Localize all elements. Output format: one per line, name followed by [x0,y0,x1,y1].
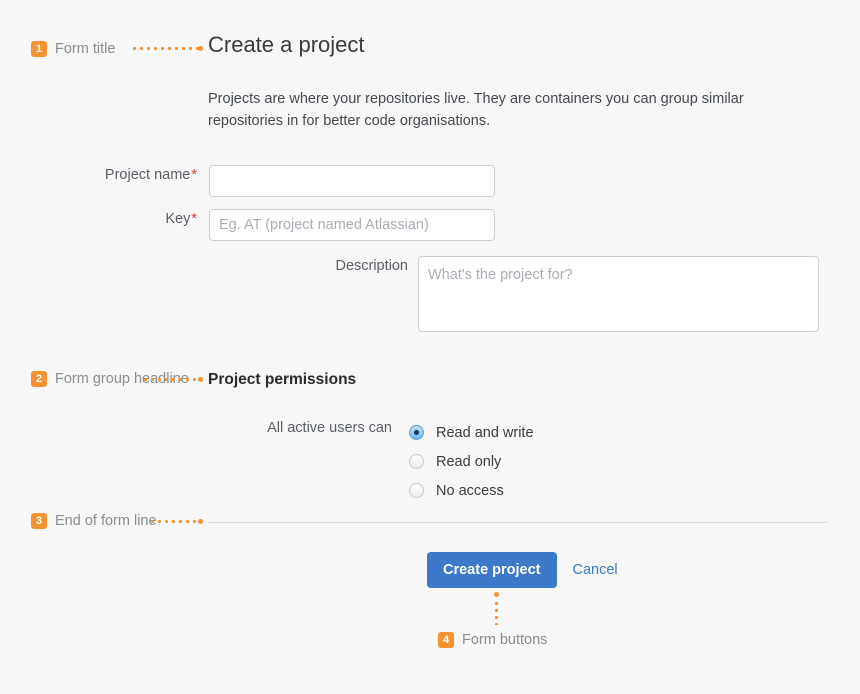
end-of-form-divider [208,522,828,523]
callout-badge-3: 3 [31,513,47,529]
field-row-project-name: Project name* [0,165,495,197]
label-key: Key* [0,209,209,229]
required-asterisk-key: * [191,211,197,227]
radio-icon-unselected-no-access[interactable] [409,483,424,498]
label-description-text: Description [335,258,408,274]
create-project-button[interactable]: Create project [427,552,557,588]
callout-label-4: Form buttons [462,632,548,648]
form-actions: Create project Cancel [427,552,618,588]
radio-label-read-and-write: Read and write [436,424,534,441]
callout-form-buttons: 4 Form buttons [438,631,608,650]
field-row-key: Key* [0,209,495,241]
label-key-text: Key [165,211,191,227]
leader-dot-2 [198,377,203,382]
permissions-radio-group: All active users can Read and write Read… [0,418,534,505]
required-asterisk-project-name: * [191,167,197,183]
label-all-active-users: All active users can [267,420,392,436]
radio-option-read-only[interactable]: Read only [409,447,534,476]
radio-label-no-access: No access [436,482,504,499]
leader-dot-1 [198,46,203,51]
description-textarea[interactable] [418,256,819,332]
callout-badge-1: 1 [31,41,47,57]
radio-label-read-only: Read only [436,453,502,470]
radio-options-list: Read and write Read only No access [409,418,534,505]
radio-option-no-access[interactable]: No access [409,476,534,505]
leader-line-1 [131,47,199,50]
cancel-link[interactable]: Cancel [573,560,618,580]
field-row-description: Description [0,256,819,332]
leader-dot-3 [198,519,203,524]
radio-icon-selected[interactable] [409,425,424,440]
page-title: Create a project [208,32,365,57]
callout-label-1: Form title [55,41,116,57]
leader-dot-4 [494,592,499,597]
form-description: Projects are where your repositories liv… [208,91,744,129]
callout-badge-2: 2 [31,371,47,387]
annotated-form-page: 1 Form title Create a project Projects a… [0,0,860,694]
label-description: Description [0,256,418,276]
label-project-name: Project name* [0,165,209,185]
project-name-input[interactable] [209,165,495,197]
callout-badge-4: 4 [438,632,454,648]
leader-line-4 [495,600,498,625]
leader-line-2 [142,378,199,381]
radio-option-read-and-write[interactable]: Read and write [409,418,534,447]
group-headline: Project permissions [208,371,357,388]
radio-icon-unselected-read-only[interactable] [409,454,424,469]
leader-line-3 [149,520,199,523]
label-project-name-text: Project name [104,167,191,183]
key-input[interactable] [209,209,495,241]
